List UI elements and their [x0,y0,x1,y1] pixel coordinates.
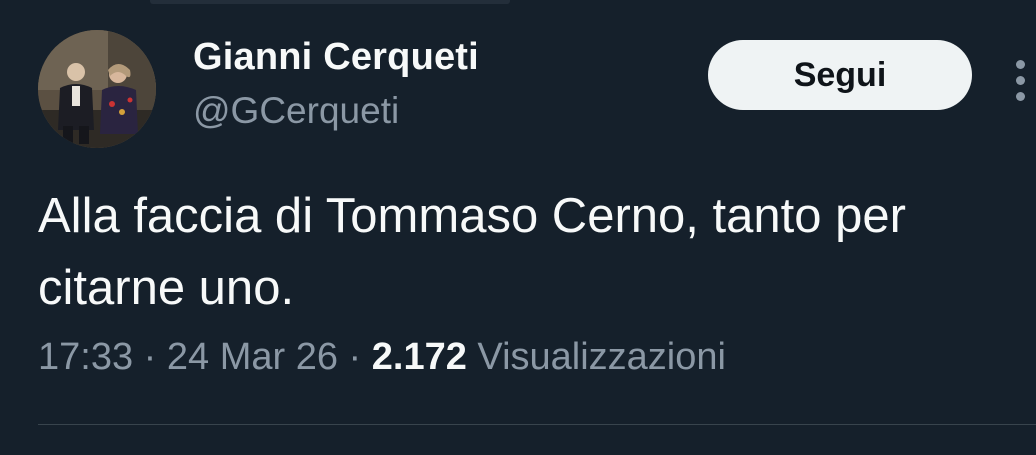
tweet-metadata: 17:33 · 24 Mar 26 · 2.172 Visualizzazion… [38,336,726,379]
meta-separator: · [133,336,167,378]
views-count: 2.172 [371,336,467,378]
author-handle[interactable]: @GCerqueti [193,90,399,132]
tweet-text-line: citarne uno. [38,261,295,315]
author-display-name[interactable]: Gianni Cerqueti [193,36,479,79]
tweet-time[interactable]: 17:33 [38,336,133,378]
meta-separator: · [337,336,372,378]
tweet-text-line: Alla faccia di Tommaso Cerno, tanto per [38,189,906,243]
avatar[interactable] [38,30,156,148]
tweet-date[interactable]: 24 Mar 26 [167,336,338,378]
divider [38,424,1036,425]
tweet-text: Alla faccia di Tommaso Cerno, tanto per … [38,180,1028,324]
views-label: Visualizzazioni [477,336,726,378]
profile-photo-icon [38,30,156,148]
more-vertical-icon[interactable] [1006,56,1036,106]
follow-button[interactable]: Segui [708,40,972,110]
previous-content-edge [150,0,510,4]
